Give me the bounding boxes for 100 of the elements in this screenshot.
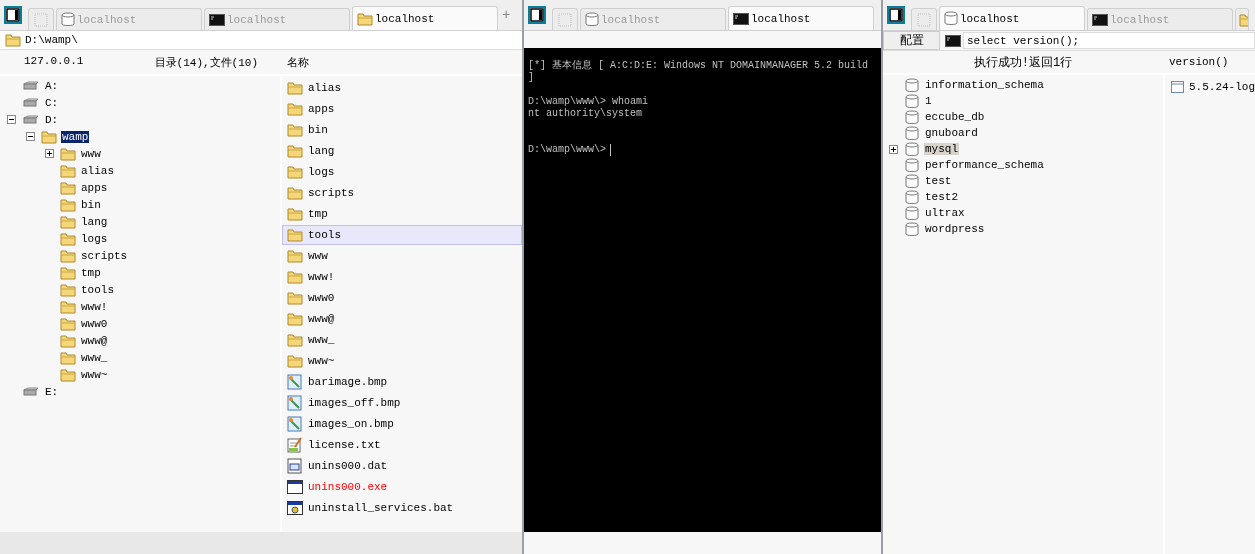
folder-icon <box>287 81 303 95</box>
tree-item[interactable]: www0 <box>80 317 109 330</box>
database-item[interactable]: gnuboard <box>924 127 979 139</box>
tree-item[interactable]: www~ <box>80 368 109 381</box>
tree-item[interactable]: www <box>80 147 102 160</box>
file-row[interactable]: barimage.bmp <box>282 372 522 392</box>
terminal-line: ] <box>528 72 535 84</box>
database-item[interactable]: 1 <box>924 95 933 107</box>
database-icon <box>585 12 599 27</box>
file-row[interactable]: apps <box>282 99 522 119</box>
terminal-icon <box>945 34 961 47</box>
folder-icon <box>287 207 303 221</box>
file-name: tools <box>308 229 341 241</box>
file-row[interactable]: uninstall_services.bat <box>282 498 522 518</box>
query-field[interactable]: select version(); <box>963 32 1255 49</box>
collapse-toggle-icon[interactable] <box>7 115 16 124</box>
file-row[interactable]: images_on.bmp <box>282 414 522 434</box>
file-row[interactable]: license.txt <box>282 435 522 455</box>
drive-icon <box>22 114 40 125</box>
file-row[interactable]: unins000.dat <box>282 456 522 476</box>
folder-icon <box>287 291 303 305</box>
database-item[interactable]: information_schema <box>924 79 1045 91</box>
folder-icon <box>287 312 303 326</box>
file-row[interactable]: www@ <box>282 309 522 329</box>
file-row[interactable]: logs <box>282 162 522 182</box>
tree-item[interactable]: tmp <box>80 266 102 279</box>
tree-item[interactable]: C: <box>44 96 60 109</box>
file-row[interactable]: alias <box>282 78 522 98</box>
tree-item[interactable]: www_ <box>80 351 109 364</box>
database-icon <box>905 221 919 237</box>
database-icon <box>61 12 75 27</box>
image-file-icon <box>287 374 303 390</box>
image-file-icon <box>287 395 303 411</box>
tree-item[interactable]: E: <box>44 385 60 398</box>
file-row[interactable]: images_off.bmp <box>282 393 522 413</box>
tree-item[interactable]: wamp <box>61 130 90 143</box>
folder-icon <box>287 102 303 116</box>
database-icon <box>905 173 919 189</box>
file-row[interactable]: lang <box>282 141 522 161</box>
tree-item[interactable]: scripts <box>80 249 129 262</box>
file-name: unins000.dat <box>308 460 388 472</box>
tab[interactable]: localhost <box>728 6 874 30</box>
tree-item[interactable]: A: <box>44 79 60 92</box>
tree-item[interactable]: bin <box>80 198 102 211</box>
tree-item[interactable]: D: <box>44 113 60 126</box>
folder-icon <box>287 144 303 158</box>
config-button[interactable]: 配置 <box>883 31 940 50</box>
file-row[interactable]: www~ <box>282 351 522 371</box>
folder-icon <box>287 354 303 368</box>
file-row[interactable]: www0 <box>282 288 522 308</box>
database-item[interactable]: performance_schema <box>924 159 1045 171</box>
tree-item[interactable]: alias <box>80 164 115 177</box>
batch-file-icon <box>287 500 303 516</box>
file-name: alias <box>308 82 341 94</box>
database-item[interactable]: wordpress <box>924 223 986 235</box>
file-name: lang <box>308 145 335 157</box>
panel-toggle-icon[interactable] <box>4 6 22 24</box>
database-item[interactable]: test2 <box>924 191 959 203</box>
collapse-toggle-icon[interactable] <box>26 132 35 141</box>
data-file-icon <box>287 458 303 474</box>
tree-item[interactable]: www@ <box>80 334 109 347</box>
file-row[interactable]: www_ <box>282 330 522 350</box>
database-icon <box>905 109 919 125</box>
terminal-icon <box>209 13 225 26</box>
tree-item[interactable]: www! <box>80 300 109 313</box>
expand-toggle-icon[interactable] <box>45 149 54 158</box>
expand-toggle-icon[interactable] <box>889 144 898 154</box>
file-row[interactable]: scripts <box>282 183 522 203</box>
folder-icon <box>60 367 76 382</box>
file-row[interactable]: tools <box>282 225 522 245</box>
file-row[interactable]: tmp <box>282 204 522 224</box>
folder-icon <box>60 299 76 314</box>
file-row[interactable]: unins000.exe <box>282 477 522 497</box>
folder-icon <box>287 123 303 137</box>
result-cell: 5.5.24-log <box>1189 81 1255 93</box>
folder-icon <box>287 249 303 263</box>
file-row[interactable]: www <box>282 246 522 266</box>
file-row[interactable]: www! <box>282 267 522 287</box>
database-item[interactable]: mysql <box>924 143 959 155</box>
tree-item[interactable]: lang <box>80 215 109 228</box>
summary-label: 目录(14),文件(10) <box>154 55 258 70</box>
database-item[interactable]: ultrax <box>924 207 966 219</box>
tree-item[interactable]: tools <box>80 283 115 296</box>
drive-icon <box>22 386 40 397</box>
text-cursor <box>610 144 611 156</box>
panel-toggle-icon[interactable] <box>887 6 905 24</box>
folder-icon <box>357 11 373 26</box>
tab[interactable]: localhost <box>939 6 1085 30</box>
folder-icon <box>287 333 303 347</box>
panel-toggle-icon[interactable] <box>528 6 546 24</box>
tree-item[interactable]: apps <box>80 181 109 194</box>
file-name: barimage.bmp <box>308 376 388 388</box>
file-name: license.txt <box>308 439 381 451</box>
tree-item[interactable]: logs <box>80 232 109 245</box>
folder-icon <box>60 197 76 212</box>
database-icon <box>905 189 919 205</box>
file-row[interactable]: bin <box>282 120 522 140</box>
tab[interactable]: localhost <box>352 6 498 30</box>
database-item[interactable]: eccube_db <box>924 111 986 123</box>
database-item[interactable]: test <box>924 175 953 187</box>
